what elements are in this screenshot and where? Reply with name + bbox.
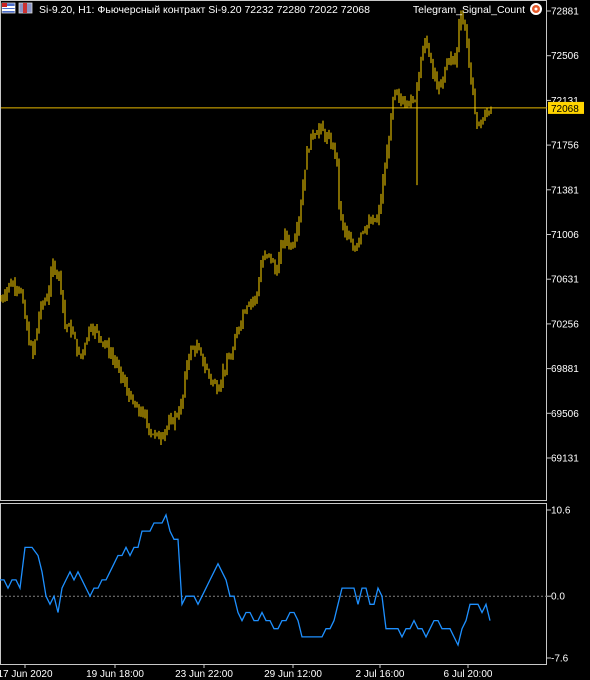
price-tick-label: 71006 bbox=[551, 230, 579, 241]
indicator-tick-label: 10.6 bbox=[551, 506, 571, 517]
signal-icon[interactable] bbox=[530, 3, 542, 15]
price-axis: 7288172506721317175671381710067063170256… bbox=[547, 7, 579, 465]
price-tick-label: 69131 bbox=[551, 454, 579, 465]
chart-canvas: 7288172506721317175671381710067063170256… bbox=[0, 0, 584, 680]
candles-group bbox=[0, 10, 492, 446]
price-tick-label: 70256 bbox=[551, 319, 579, 330]
indicator-frame bbox=[0, 503, 547, 665]
price-tick-label: 69881 bbox=[551, 364, 579, 375]
price-tick-label: 72506 bbox=[551, 51, 579, 62]
price-tick-label: 69506 bbox=[551, 409, 579, 420]
flag-icon bbox=[18, 2, 33, 14]
price-tick-label: 71381 bbox=[551, 185, 579, 196]
price-tick-label: 70631 bbox=[551, 275, 579, 286]
time-tick-label: 23 Jun 22:00 bbox=[175, 669, 233, 680]
time-tick-label: 2 Jul 16:00 bbox=[356, 669, 405, 680]
indicator-axis: 10.6 0.0 -7.6 bbox=[1, 506, 571, 665]
flag-icon bbox=[1, 2, 16, 14]
price-tick-label: 71756 bbox=[551, 141, 579, 152]
time-tick-label: 19 Jun 18:00 bbox=[86, 669, 144, 680]
time-tick-label: 17 Jun 2020 bbox=[0, 669, 53, 680]
price-tick-label: 72881 bbox=[551, 7, 579, 18]
main-chart-frame bbox=[0, 0, 547, 501]
indicator-name: Telegram_Signal_Count bbox=[413, 4, 525, 16]
indicator-line bbox=[0, 513, 491, 647]
symbol-info: Si-9.20, H1: Фьючерсный контракт Si-9.20… bbox=[39, 4, 370, 16]
current-price-label: 72068 bbox=[551, 104, 579, 115]
indicator-tick-label: 0.0 bbox=[551, 592, 565, 603]
indicator-plot bbox=[0, 513, 491, 647]
time-tick-label: 6 Jul 20:00 bbox=[444, 669, 493, 680]
time-axis: 17 Jun 2020 19 Jun 18:00 23 Jun 22:00 29 Ju… bbox=[0, 665, 493, 680]
current-price-group: 72068 bbox=[1, 101, 584, 115]
indicator-tick-label: -7.6 bbox=[551, 654, 569, 665]
time-tick-label: 29 Jun 12:00 bbox=[264, 669, 322, 680]
